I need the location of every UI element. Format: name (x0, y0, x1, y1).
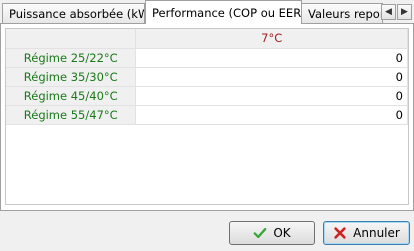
performance-grid: 7°C Régime 25/22°C 0 Régime 35/30°C 0 Ré… (5, 28, 409, 205)
row-header: Régime 35/30°C (6, 67, 137, 87)
chevron-left-icon: ◀ (385, 7, 392, 17)
tab-strip: Puissance absorbée (kW) Performance (COP… (0, 0, 414, 24)
performance-table: 7°C Régime 25/22°C 0 Régime 35/30°C 0 Ré… (6, 29, 408, 125)
close-icon (334, 227, 346, 239)
chevron-right-icon: ▶ (401, 7, 408, 17)
cancel-label: Annuler (353, 226, 400, 240)
cancel-button[interactable]: Annuler (323, 221, 410, 245)
column-header: 7°C (135, 29, 408, 49)
table-row: Régime 55/47°C 0 (6, 105, 408, 125)
value-cell[interactable]: 0 (135, 86, 408, 106)
ok-label: OK (273, 226, 291, 240)
row-header: Régime 25/22°C (6, 48, 137, 68)
tab-valeurs-report[interactable]: Valeurs report (301, 3, 383, 23)
tab-performance[interactable]: Performance (COP ou EER) (145, 0, 302, 24)
header-row: 7°C (6, 29, 408, 49)
tab-puissance-absorbee[interactable]: Puissance absorbée (kW) (2, 3, 145, 23)
row-header: Régime 55/47°C (6, 105, 137, 125)
table-row: Régime 35/30°C 0 (6, 67, 408, 87)
tab-scroll-left-button[interactable]: ◀ (381, 4, 396, 20)
tab-panel: 7°C Régime 25/22°C 0 Régime 35/30°C 0 Ré… (0, 23, 414, 211)
tab-scroll-right-button[interactable]: ▶ (397, 4, 412, 20)
dialog-button-bar: OK Annuler (0, 211, 414, 251)
table-row: Régime 45/40°C 0 (6, 86, 408, 106)
value-cell[interactable]: 0 (135, 67, 408, 87)
table-row: Régime 25/22°C 0 (6, 48, 408, 68)
row-header: Régime 45/40°C (6, 86, 137, 106)
corner-cell (6, 29, 137, 49)
value-cell[interactable]: 0 (135, 105, 408, 125)
checkmark-icon (253, 227, 267, 239)
value-cell[interactable]: 0 (135, 48, 408, 68)
ok-button[interactable]: OK (229, 221, 315, 245)
